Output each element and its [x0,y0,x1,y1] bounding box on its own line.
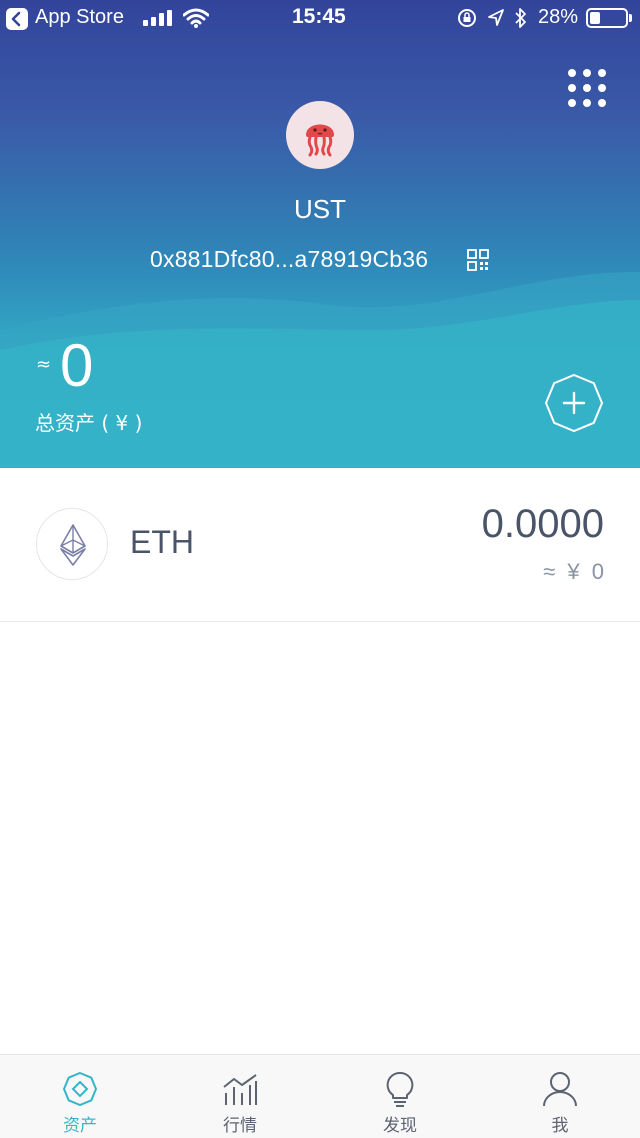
qr-code-icon[interactable] [467,249,489,271]
bluetooth-icon [515,8,526,28]
asset-symbol: ETH [130,524,194,560]
profile-icon [543,1072,577,1107]
menu-grid-icon[interactable] [568,69,606,107]
tab-profile-label: 我 [551,1116,569,1136]
total-asset-label: 总资产 ( ¥ ) [35,411,143,435]
wallet-avatar[interactable] [286,101,354,169]
jellyfish-icon [306,124,334,157]
battery-cap [629,14,632,22]
asset-row-eth[interactable]: ETH 0.0000 ≈ ¥ 0 [0,468,640,622]
battery-icon [586,8,628,28]
battery-level-fill [590,12,600,24]
eth-logo [36,508,108,580]
tab-assets-label: 资产 [63,1116,97,1136]
status-time: 15:45 [292,5,346,28]
tab-discover[interactable]: 发现 [320,1055,480,1138]
battery-percent: 28% [538,6,579,28]
back-app-label[interactable]: App Store [35,6,124,29]
tab-profile[interactable]: 我 [480,1055,640,1138]
status-bar: App Store 15:45 28% [0,0,640,40]
wallet-name[interactable]: UST [0,194,640,225]
rotation-lock-icon [458,9,476,27]
location-icon [488,9,504,26]
tab-discover-label: 发现 [383,1116,417,1136]
back-to-app-icon[interactable] [6,8,28,30]
approx-symbol: ≈ [36,354,52,375]
tab-market-label: 行情 [223,1116,257,1136]
add-asset-button[interactable] [544,373,604,433]
total-asset-value: 0 [60,332,94,399]
asset-balance: 0.0000 [481,502,604,546]
tab-market[interactable]: 行情 [160,1055,320,1138]
wallet-header: App Store 15:45 28% UST 0x881Dfc80...a78… [0,0,640,468]
bottom-tab-bar: 资产 行情 发现 我 [0,1054,640,1138]
assets-icon [62,1071,98,1107]
cellular-signal-icon [143,10,172,26]
asset-fiat-value: ≈ ¥ 0 [543,559,604,584]
ethereum-icon [60,524,86,566]
wifi-icon [183,8,209,28]
lightbulb-icon [386,1071,414,1107]
wallet-address[interactable]: 0x881Dfc80...a78919Cb36 [150,246,428,273]
tab-assets[interactable]: 资产 [0,1055,160,1138]
market-chart-icon [223,1074,257,1105]
